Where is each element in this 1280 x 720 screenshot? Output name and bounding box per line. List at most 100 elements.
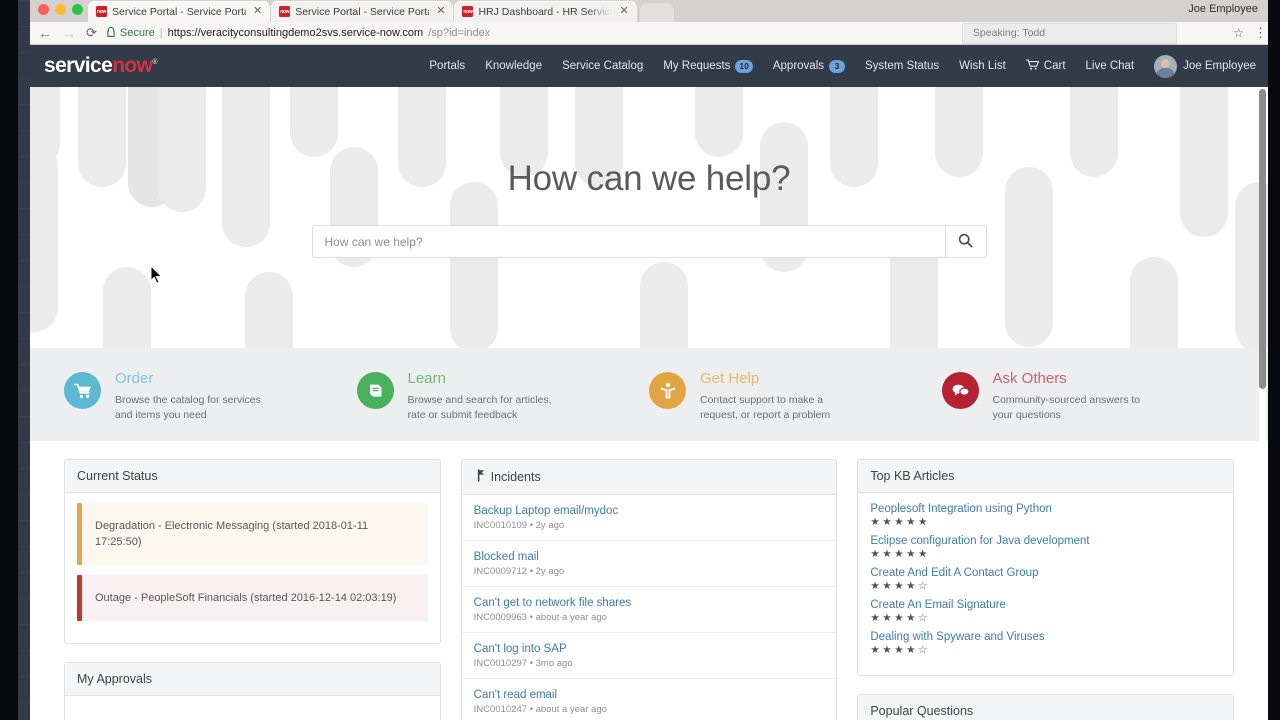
incident-title[interactable]: Blocked mail <box>474 551 825 563</box>
reload-icon[interactable]: ⟳ <box>86 25 97 41</box>
status-severity-bar <box>77 503 82 565</box>
popular-questions-widget: Popular Questions <box>857 694 1235 720</box>
meta-separator: • <box>529 520 533 531</box>
back-icon[interactable]: ← <box>38 26 52 40</box>
star-rating: ★★★★★ <box>870 516 930 528</box>
top-kb-list: Peoplesoft Integration using Python ★★★★… <box>858 493 1233 675</box>
star-rating: ★★★★☆ <box>870 612 930 624</box>
star-rating: ★★★★☆ <box>870 580 930 592</box>
close-window-button[interactable] <box>38 4 49 15</box>
list-item[interactable]: Blocked mail INC0009712 • 2y ago <box>461 541 837 587</box>
browser-tab-2[interactable]: now Service Portal - Service Portal ✕ <box>271 1 454 22</box>
list-item[interactable]: Can't read email INC0010247 • about a ye… <box>462 679 837 720</box>
browser-menu-icon[interactable]: ⋮ <box>1254 26 1267 39</box>
logo-trademark: ® <box>152 59 157 66</box>
status-item[interactable]: Degradation - Electronic Messaging (star… <box>77 503 428 565</box>
search-icon <box>958 233 973 251</box>
meta-separator: • <box>529 704 533 715</box>
close-tab-3-icon[interactable]: ✕ <box>619 6 628 17</box>
quick-links-strip: Order Browse the catalog for services an… <box>30 348 1268 441</box>
browser-tab-1[interactable]: now Service Portal - Service Portal ✕ <box>88 1 271 22</box>
nav-item-system-status[interactable]: System Status <box>865 60 939 72</box>
bg-pill <box>245 272 293 348</box>
search-input[interactable] <box>311 225 945 258</box>
chat-bubbles-icon-svg <box>952 384 970 398</box>
portal-nav-items: Portals Knowledge Service Catalog My Req… <box>429 54 1256 78</box>
incident-meta: INC0010247 • about a year ago <box>474 704 825 715</box>
nav-item-portals[interactable]: Portals <box>429 60 465 72</box>
quick-link-get-help[interactable]: Get Help Contact support to make a reque… <box>649 366 942 423</box>
my-requests-badge: 10 <box>735 59 753 73</box>
list-item[interactable]: Eclipse configuration for Java developme… <box>870 535 1221 560</box>
widget-column-middle: Incidents Backup Laptop email/mydoc INC0… <box>460 459 838 720</box>
list-item[interactable]: Create An Email Signature ★★★★☆ <box>870 599 1221 624</box>
incident-title[interactable]: Can't get to network file shares <box>474 597 825 609</box>
close-tab-1-icon[interactable]: ✕ <box>253 6 262 17</box>
bg-pill <box>1130 257 1178 348</box>
shopping-cart-icon-svg <box>73 383 91 398</box>
nav-item-my-requests[interactable]: My Requests 10 <box>663 59 753 73</box>
incident-age: about a year ago <box>535 612 607 623</box>
lock-icon-svg <box>107 26 115 37</box>
browser-tab-2-title: Service Portal - Service Portal <box>295 5 430 18</box>
nav-item-my-requests-label: My Requests <box>663 60 731 72</box>
book-icon-svg <box>369 384 381 397</box>
quick-link-ask-others-desc: Community-sourced answers to your questi… <box>992 394 1141 421</box>
nav-item-live-chat[interactable]: Live Chat <box>1086 60 1135 72</box>
kb-article-title[interactable]: Peoplesoft Integration using Python <box>870 503 1221 515</box>
quick-link-learn[interactable]: Learn Browse and search for articles, ra… <box>356 366 650 423</box>
bookmark-star-icon[interactable]: ☆ <box>1233 26 1244 40</box>
kb-article-title[interactable]: Eclipse configuration for Java developme… <box>870 535 1221 547</box>
list-item[interactable]: Peoplesoft Integration using Python ★★★★… <box>870 503 1221 528</box>
quick-link-ask-others-title: Ask Others <box>992 370 1067 387</box>
kb-article-title[interactable]: Create And Edit A Contact Group <box>870 567 1221 579</box>
browser-tab-3[interactable]: now HRJ Dashboard - HR Service P ✕ <box>454 1 637 22</box>
incident-title[interactable]: Backup Laptop email/mydoc <box>474 505 825 517</box>
incident-title[interactable]: Can't read email <box>474 689 825 701</box>
new-tab-button[interactable] <box>639 3 674 22</box>
kb-article-title[interactable]: Dealing with Spyware and Viruses <box>870 631 1221 643</box>
quick-link-order-desc: Browse the catalog for services and item… <box>115 394 261 421</box>
bg-pill <box>695 87 743 157</box>
servicenow-logo[interactable]: servicenow® <box>44 54 158 78</box>
incident-age: 2y ago <box>535 566 565 577</box>
list-item[interactable]: Create And Edit A Contact Group ★★★★☆ <box>870 567 1221 592</box>
incident-number: INC0010109 <box>473 520 528 531</box>
kb-article-title[interactable]: Create An Email Signature <box>870 599 1221 611</box>
incident-number: INC0010247 <box>473 704 528 715</box>
nav-item-approvals[interactable]: Approvals 3 <box>773 59 845 73</box>
secure-label: Secure <box>119 27 155 39</box>
list-item[interactable]: Can't log into SAP INC0010297 • 3mo ago <box>461 633 837 679</box>
window-traffic-lights[interactable] <box>38 4 83 15</box>
quick-link-ask-others[interactable]: Ask Others Community-sourced answers to … <box>941 366 1235 423</box>
incident-meta: INC0009963 • about a year ago <box>474 612 825 623</box>
address-bar[interactable]: Secure | https://veracityconsultingdemo2… <box>107 22 1223 45</box>
browser-tab-3-title: HRJ Dashboard - HR Service P <box>478 5 613 18</box>
portal-navbar: servicenow® Portals Knowledge Service Ca… <box>30 45 1268 87</box>
list-item[interactable]: Backup Laptop email/mydoc INC0010109 • 2… <box>461 495 837 541</box>
minimize-window-button[interactable] <box>55 4 66 15</box>
shopping-cart-icon <box>64 372 101 409</box>
search-button[interactable] <box>944 225 987 258</box>
list-item[interactable]: Dealing with Spyware and Viruses ★★★★☆ <box>870 631 1221 656</box>
popular-questions-title: Popular Questions <box>858 695 1234 720</box>
avatar <box>1154 54 1178 78</box>
widget-column-right: Top KB Articles Peoplesoft Integration u… <box>857 459 1235 720</box>
list-item[interactable]: Can't get to network file shares INC0009… <box>461 587 837 633</box>
forward-icon[interactable]: → <box>62 26 76 40</box>
close-tab-2-icon[interactable]: ✕ <box>436 6 445 17</box>
status-item[interactable]: Outage - PeopleSoft Financials (started … <box>77 575 428 621</box>
incident-title[interactable]: Can't log into SAP <box>474 643 825 655</box>
user-menu[interactable]: Joe Employee <box>1154 54 1256 78</box>
nav-item-cart[interactable]: Cart <box>1025 59 1066 73</box>
speaking-indicator: Speaking: Todd <box>961 22 1177 44</box>
incident-meta: INC0010109 • 2y ago <box>474 520 825 531</box>
widget-column-left: Current Status Degradation - Electronic … <box>64 459 441 720</box>
quick-link-order[interactable]: Order Browse the catalog for services an… <box>64 366 357 423</box>
nav-item-wish-list[interactable]: Wish List <box>959 60 1006 72</box>
servicenow-favicon: now <box>279 6 291 17</box>
maximize-window-button[interactable] <box>72 4 83 15</box>
nav-item-knowledge[interactable]: Knowledge <box>485 60 542 72</box>
nav-item-service-catalog[interactable]: Service Catalog <box>562 60 643 72</box>
top-kb-articles-widget: Top KB Articles Peoplesoft Integration u… <box>857 459 1235 676</box>
